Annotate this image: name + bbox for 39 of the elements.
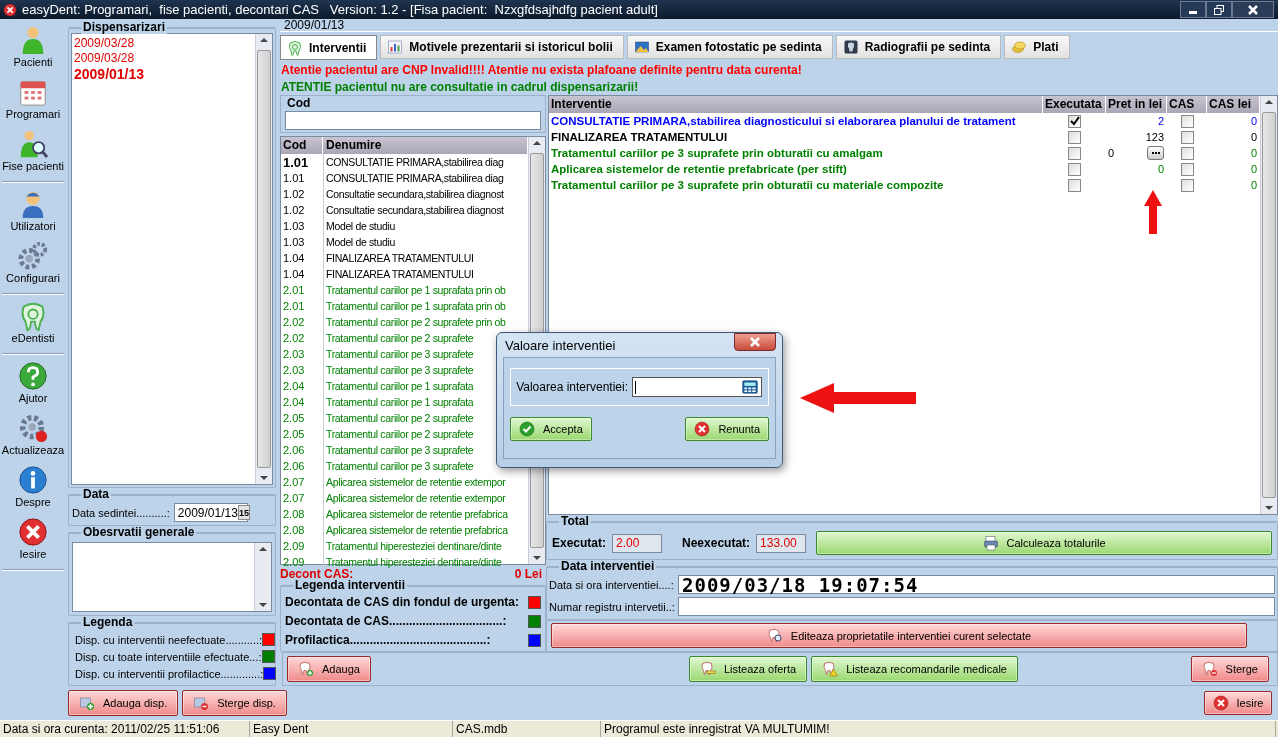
group-title: Legenda interventii — [293, 579, 408, 592]
legend-label: Disp. cu interventii neefectuate...........: — [75, 633, 263, 646]
table-cell: 2 — [1157, 115, 1164, 127]
table-cell: 0 — [1157, 163, 1164, 175]
legend-label: Disp. cu toate interventiile efectuate...: — [75, 650, 262, 663]
field-label: Numar registru intervetii..: — [549, 600, 674, 613]
status-text: Programul este inregistrat VA MULTUMIM! — [601, 721, 1276, 737]
table-cell: 0 — [1250, 163, 1257, 175]
group-title: Data — [81, 488, 111, 501]
group-title: Data interventiei — [559, 560, 657, 573]
legend-label: Profilactica.........................................: — [285, 633, 491, 647]
field-label: Data si ora interventiei....: — [549, 578, 674, 591]
warning-text: ATENTIE pacientul nu are consultatie in cadrul dispensarizarii! — [280, 80, 640, 94]
group-title: Total — [559, 515, 591, 528]
group-title: Legenda — [81, 616, 135, 629]
total-value: 2.00 — [612, 533, 663, 553]
total-value: 133.00 — [756, 533, 807, 553]
legend-label: Disp. cu interventii profilactice.............: — [75, 667, 264, 680]
table-cell: 0 — [1250, 131, 1257, 143]
field-label: Neexecutat: — [682, 536, 751, 550]
window-title: easyDent: Programari, fise pacienti, decontari CAS Version: 1.2 - [Fisa pacient: Nzxgfdsajhdfg pacient adult] — [22, 2, 659, 17]
warning-text: Atentie pacientul are CNP Invalid!!!! Atentie nu exista plafoane definite pentru data curenta! — [280, 63, 803, 77]
group-title: Dispensarizari — [81, 21, 168, 34]
table-cell: 0 — [1250, 115, 1257, 127]
legend-label: Decontata de CAS..................................: — [285, 614, 507, 628]
decont-value: 0 Lei — [514, 567, 542, 581]
table-cell: 123 — [1145, 131, 1164, 143]
legend-label: Decontata de CAS din fondul de urgenta: — [285, 595, 519, 609]
decont-label: Decont CAS: — [280, 567, 354, 581]
group-title: Obesrvatii generale — [81, 526, 197, 539]
session-date: 2009/01/13 — [280, 19, 1278, 32]
field-label: Executat: — [552, 536, 607, 550]
status-text: CAS.mdb — [453, 721, 601, 737]
table-cell: 0 — [1250, 147, 1257, 159]
field-label: Cod — [280, 95, 546, 109]
status-text: Easy Dent — [250, 721, 453, 737]
field-label: Data sedintei..........: — [72, 506, 170, 519]
table-cell: 0 — [1250, 179, 1257, 191]
status-text: Data si ora curenta: 2011/02/25 11:51:06 — [0, 721, 250, 737]
